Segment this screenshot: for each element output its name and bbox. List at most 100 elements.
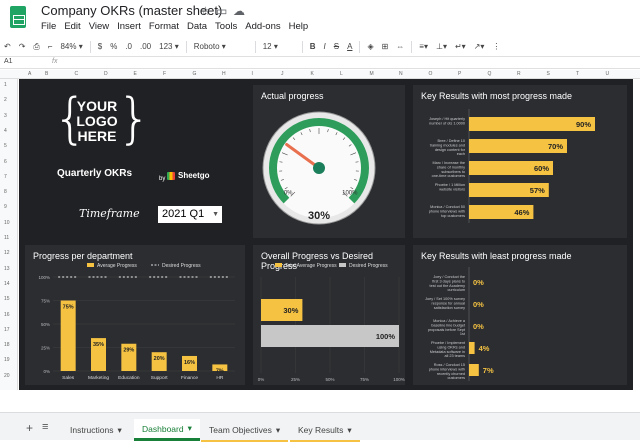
- bold-button[interactable]: B: [306, 42, 320, 51]
- x-tick-label: 0%: [258, 377, 265, 382]
- row-header[interactable]: 6: [4, 159, 7, 165]
- data-label: 57%: [530, 186, 545, 195]
- menu-tools[interactable]: Tools: [215, 21, 237, 32]
- row-header[interactable]: 17: [4, 327, 10, 333]
- column-header[interactable]: K: [311, 71, 314, 77]
- menu-insert[interactable]: Insert: [117, 21, 141, 32]
- fill-color-icon[interactable]: ◈: [363, 42, 377, 51]
- menu-help[interactable]: Help: [289, 21, 309, 32]
- sheet-tab-dashboard[interactable]: Dashboard▾: [134, 419, 200, 441]
- column-header[interactable]: T: [576, 71, 579, 77]
- column-header[interactable]: R: [517, 71, 521, 77]
- menu-file[interactable]: File: [41, 21, 56, 32]
- more-icon[interactable]: ⋮: [488, 42, 504, 51]
- borders-icon[interactable]: ⊞: [378, 42, 393, 51]
- redo-icon[interactable]: ↷: [15, 42, 30, 51]
- row-header[interactable]: 15: [4, 296, 10, 302]
- column-header[interactable]: M: [370, 71, 374, 77]
- divider: [302, 41, 303, 53]
- column-header[interactable]: H: [222, 71, 226, 77]
- column-header[interactable]: G: [193, 71, 197, 77]
- currency-button[interactable]: $: [94, 42, 106, 51]
- menu-format[interactable]: Format: [149, 21, 179, 32]
- column-header[interactable]: S: [547, 71, 550, 77]
- row-header[interactable]: 12: [4, 250, 10, 256]
- row-header[interactable]: 7: [4, 174, 7, 180]
- undo-icon[interactable]: ↶: [0, 42, 15, 51]
- column-header[interactable]: E: [134, 71, 137, 77]
- column-header[interactable]: D: [104, 71, 108, 77]
- row-header[interactable]: 4: [4, 128, 7, 134]
- column-header[interactable]: B: [45, 71, 48, 77]
- logo-line-2: LOGO: [72, 114, 122, 129]
- document-title[interactable]: Company OKRs (master sheet): [41, 3, 222, 18]
- print-icon[interactable]: ⎙: [29, 42, 43, 52]
- menu-data[interactable]: Data: [187, 21, 207, 32]
- row-header[interactable]: 1: [4, 82, 7, 88]
- overall-vs-desired-panel[interactable]: Overall Progress vs Desired Progress Tot…: [253, 245, 405, 385]
- actual-progress-panel[interactable]: Actual progress 0%100%30%: [253, 85, 405, 238]
- text-wrap-icon[interactable]: ↵▾: [451, 42, 470, 51]
- menu-edit[interactable]: Edit: [64, 21, 80, 32]
- cloud-status-icon[interactable]: ☁: [233, 4, 245, 18]
- data-label: 16%: [184, 360, 195, 366]
- category-label: Phoebe / 1 Millionwebsite visitors: [435, 183, 465, 191]
- column-header[interactable]: P: [458, 71, 461, 77]
- increase-decimal-button[interactable]: .00: [136, 42, 155, 51]
- row-header[interactable]: 2: [4, 97, 7, 103]
- row-header[interactable]: 9: [4, 204, 7, 210]
- row-header[interactable]: 13: [4, 266, 10, 272]
- more-formats-button[interactable]: 123 ▾: [155, 42, 183, 51]
- department-progress-panel[interactable]: Progress per department Average Progress…: [25, 245, 245, 385]
- font-size-select[interactable]: 12 ▾: [259, 42, 299, 51]
- column-header[interactable]: F: [163, 71, 166, 77]
- sheet-tab-team-objectives[interactable]: Team Objectives▾: [201, 419, 288, 441]
- star-icon[interactable]: ☆: [200, 4, 211, 18]
- row-header[interactable]: 11: [4, 235, 9, 241]
- zoom-select[interactable]: 84% ▾: [56, 42, 86, 51]
- row-header[interactable]: 5: [4, 143, 7, 149]
- row-header[interactable]: 18: [4, 342, 10, 348]
- least-progress-panel[interactable]: Key Results with least progress made Joe…: [413, 245, 627, 385]
- move-folder-icon[interactable]: ▭: [216, 4, 227, 18]
- text-color-button[interactable]: A: [343, 42, 356, 51]
- sheet-tab-key-results[interactable]: Key Results▾: [290, 419, 360, 441]
- decrease-decimal-button[interactable]: .0: [121, 42, 136, 51]
- legend-swatch: [275, 263, 282, 267]
- strikethrough-button[interactable]: S: [330, 42, 343, 51]
- column-header[interactable]: J: [281, 71, 284, 77]
- row-header[interactable]: 19: [4, 357, 10, 363]
- row-header[interactable]: 8: [4, 189, 7, 195]
- column-header[interactable]: O: [429, 71, 433, 77]
- paint-format-icon[interactable]: ⌐: [44, 42, 57, 51]
- row-header[interactable]: 20: [4, 373, 10, 379]
- column-header[interactable]: A: [28, 71, 31, 77]
- all-sheets-button[interactable]: ≡: [42, 421, 48, 433]
- merge-cells-icon[interactable]: ⇔: [392, 42, 408, 51]
- column-header[interactable]: Q: [488, 71, 492, 77]
- row-header[interactable]: 10: [4, 220, 10, 226]
- column-header[interactable]: N: [399, 71, 403, 77]
- tab-caret-icon: ▾: [117, 425, 121, 436]
- sheets-logo-icon[interactable]: [10, 6, 26, 28]
- italic-button[interactable]: I: [320, 42, 330, 51]
- column-header[interactable]: U: [606, 71, 610, 77]
- add-sheet-button[interactable]: +: [26, 421, 33, 435]
- horizontal-align-icon[interactable]: ≡▾: [415, 42, 432, 51]
- menu-add-ons[interactable]: Add-ons: [245, 21, 280, 32]
- vertical-align-icon[interactable]: ⊥▾: [432, 42, 451, 51]
- menu-view[interactable]: View: [89, 21, 109, 32]
- row-header[interactable]: 3: [4, 113, 7, 119]
- column-header[interactable]: C: [75, 71, 79, 77]
- most-progress-panel[interactable]: Key Results with most progress made Jose…: [413, 85, 627, 238]
- column-header[interactable]: L: [340, 71, 343, 77]
- text-rotate-icon[interactable]: ↗▾: [470, 42, 489, 51]
- sheet-tab-instructions[interactable]: Instructions▾: [62, 419, 130, 441]
- percent-button[interactable]: %: [106, 42, 121, 51]
- row-header[interactable]: 16: [4, 312, 10, 318]
- timeframe-dropdown[interactable]: 2021 Q1 ▼: [158, 206, 222, 223]
- cell-reference[interactable]: A1: [4, 58, 13, 65]
- row-header[interactable]: 14: [4, 281, 10, 287]
- column-header[interactable]: I: [252, 71, 253, 77]
- font-select[interactable]: Roboto ▾: [190, 42, 252, 51]
